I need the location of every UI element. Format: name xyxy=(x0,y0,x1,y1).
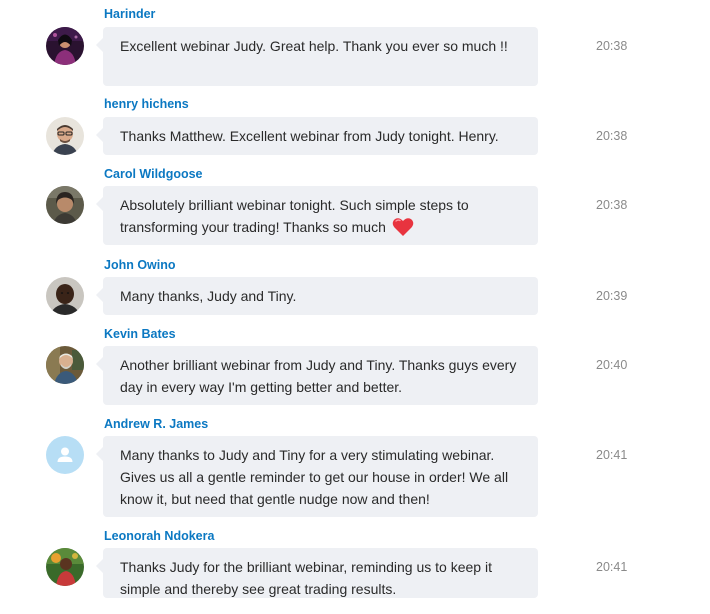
sender-name[interactable]: Leonorah Ndokera xyxy=(104,528,214,544)
sender-name[interactable]: Kevin Bates xyxy=(104,326,176,342)
user-icon xyxy=(46,436,84,474)
heart-emoji-icon xyxy=(392,217,414,243)
timestamp: 20:38 xyxy=(596,39,628,53)
sender-name[interactable]: henry hichens xyxy=(104,96,189,112)
message-text: Excellent webinar Judy. Great help. Than… xyxy=(120,38,508,54)
avatar[interactable] xyxy=(46,346,84,384)
timestamp: 20:41 xyxy=(596,560,628,574)
timestamp: 20:38 xyxy=(596,198,628,212)
sender-name[interactable]: Harinder xyxy=(104,6,155,22)
default-user-avatar[interactable] xyxy=(46,436,84,474)
avatar[interactable] xyxy=(46,548,84,586)
message-text: Thanks Judy for the brilliant webinar, r… xyxy=(120,559,492,597)
avatar[interactable] xyxy=(46,27,84,65)
message-bubble[interactable]: Excellent webinar Judy. Great help. Than… xyxy=(96,27,538,86)
message-bubble[interactable]: Many thanks to Judy and Tiny for a very … xyxy=(96,436,538,517)
message-text: Thanks Matthew. Excellent webinar from J… xyxy=(120,128,499,144)
avatar[interactable] xyxy=(46,117,84,155)
message-text: Another brilliant webinar from Judy and … xyxy=(120,357,517,395)
message-bubble[interactable]: Many thanks, Judy and Tiny. xyxy=(96,277,538,315)
message-text: Many thanks to Judy and Tiny for a very … xyxy=(120,447,509,507)
timestamp: 20:40 xyxy=(596,358,628,372)
timestamp: 20:39 xyxy=(596,289,628,303)
sender-name[interactable]: John Owino xyxy=(104,257,176,273)
message-text: Absolutely brilliant webinar tonight. Su… xyxy=(120,197,469,235)
sender-name[interactable]: Andrew R. James xyxy=(104,416,208,432)
message-bubble[interactable]: Absolutely brilliant webinar tonight. Su… xyxy=(96,186,538,245)
message-bubble[interactable]: Thanks Judy for the brilliant webinar, r… xyxy=(96,548,538,598)
sender-name[interactable]: Carol Wildgoose xyxy=(104,166,203,182)
message-bubble[interactable]: Thanks Matthew. Excellent webinar from J… xyxy=(96,117,538,155)
timestamp: 20:38 xyxy=(596,129,628,143)
timestamp: 20:41 xyxy=(596,448,628,462)
message-text: Many thanks, Judy and Tiny. xyxy=(120,288,297,304)
message-bubble[interactable]: Another brilliant webinar from Judy and … xyxy=(96,346,538,405)
avatar[interactable] xyxy=(46,186,84,224)
avatar[interactable] xyxy=(46,277,84,315)
